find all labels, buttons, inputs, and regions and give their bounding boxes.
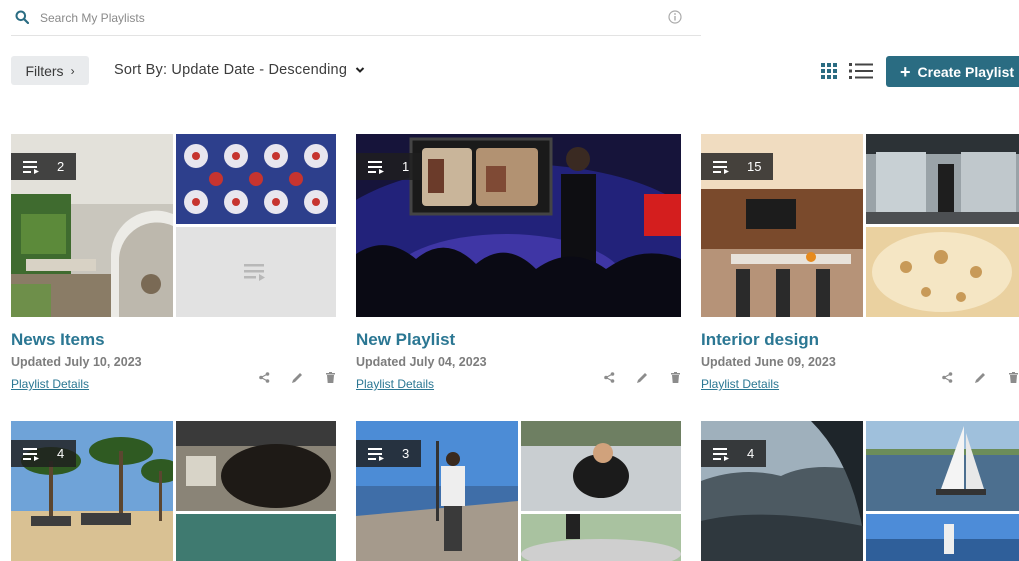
playlist-thumbnails[interactable]: 4 bbox=[11, 421, 336, 561]
item-count: 4 bbox=[57, 446, 65, 461]
playlist-details-link[interactable]: Playlist Details bbox=[356, 377, 434, 391]
share-icon[interactable] bbox=[259, 372, 270, 383]
playlist-card[interactable]: 4 bbox=[11, 421, 336, 561]
card-actions bbox=[942, 372, 1019, 383]
playlist-details-link[interactable]: Playlist Details bbox=[701, 377, 779, 391]
item-count: 3 bbox=[402, 446, 410, 461]
playlist-card[interactable]: 1 New Playlist Updated July 04, 2023 Pla… bbox=[356, 134, 681, 393]
item-count: 15 bbox=[747, 159, 762, 174]
search-input[interactable]: Search My Playlists bbox=[40, 11, 145, 25]
thumbnail-pier-sea bbox=[866, 514, 1019, 561]
filters-button[interactable]: Filters › bbox=[11, 56, 89, 85]
share-icon[interactable] bbox=[604, 372, 615, 383]
delete-icon[interactable] bbox=[325, 372, 336, 383]
edit-icon[interactable] bbox=[292, 372, 303, 383]
thumbnail-chandelier bbox=[866, 227, 1019, 317]
item-count-badge: 4 bbox=[11, 440, 77, 467]
playlist-icon bbox=[713, 447, 729, 461]
playlist-placeholder-icon bbox=[244, 264, 265, 281]
grid-view-icon[interactable] bbox=[821, 63, 837, 79]
playlist-details-link[interactable]: Playlist Details bbox=[11, 377, 89, 391]
item-count: 1 bbox=[402, 159, 410, 174]
card-actions bbox=[604, 372, 681, 383]
create-playlist-label: Create Playlist bbox=[917, 63, 1015, 80]
playlist-icon bbox=[368, 447, 384, 461]
search-icon bbox=[15, 10, 29, 24]
edit-icon[interactable] bbox=[975, 372, 986, 383]
item-count: 2 bbox=[57, 159, 65, 174]
playlist-card[interactable]: 3 bbox=[356, 421, 681, 561]
playlist-thumbnails[interactable]: 15 bbox=[701, 134, 1019, 317]
playlist-updated: Updated July 04, 2023 bbox=[356, 355, 487, 369]
item-count-badge: 15 bbox=[701, 153, 774, 180]
thumbnail-sailboat bbox=[866, 421, 1019, 511]
item-count-badge: 2 bbox=[11, 153, 77, 180]
item-count-badge: 1 bbox=[356, 153, 422, 180]
list-view-icon[interactable] bbox=[849, 62, 873, 80]
playlist-card[interactable]: 15 Interior design Updated June 09, 2023… bbox=[701, 134, 1019, 393]
playlist-title[interactable]: New Playlist bbox=[356, 330, 681, 352]
chevron-down-icon bbox=[355, 67, 365, 73]
playlist-thumbnails[interactable]: 4 bbox=[701, 421, 1019, 561]
item-count: 4 bbox=[747, 446, 755, 461]
thumbnail-green-water bbox=[176, 514, 336, 561]
playlist-icon bbox=[713, 160, 729, 174]
playlist-thumbnails[interactable]: 3 bbox=[356, 421, 681, 561]
share-icon[interactable] bbox=[942, 372, 953, 383]
playlist-thumbnails[interactable]: 1 bbox=[356, 134, 681, 317]
filters-label: Filters bbox=[25, 62, 64, 79]
playlist-icon bbox=[23, 160, 39, 174]
card-actions bbox=[259, 372, 336, 383]
playlist-updated: Updated July 10, 2023 bbox=[11, 355, 142, 369]
item-count-badge: 4 bbox=[701, 440, 767, 467]
chevron-right-icon: › bbox=[70, 63, 75, 78]
info-icon[interactable] bbox=[668, 10, 682, 24]
playlist-icon bbox=[23, 447, 39, 461]
plus-icon: + bbox=[900, 61, 911, 82]
thumbnail-horse-riding bbox=[176, 421, 336, 511]
thumbnail-placeholder bbox=[176, 227, 336, 317]
sort-label: Sort By: Update Date - Descending bbox=[114, 62, 348, 78]
playlist-thumbnails[interactable]: 2 bbox=[11, 134, 336, 317]
thumbnail-skater bbox=[521, 421, 681, 511]
thumbnail-skatepark bbox=[521, 514, 681, 561]
playlist-updated: Updated June 09, 2023 bbox=[701, 355, 836, 369]
create-playlist-button[interactable]: + Create Playlist bbox=[886, 56, 1019, 87]
thumbnail-tiles bbox=[176, 134, 336, 224]
playlist-icon bbox=[368, 160, 384, 174]
edit-icon[interactable] bbox=[637, 372, 648, 383]
playlist-card[interactable]: 4 bbox=[701, 421, 1019, 561]
search-bar[interactable]: Search My Playlists bbox=[11, 0, 701, 36]
sort-dropdown[interactable]: Sort By: Update Date - Descending bbox=[114, 62, 365, 78]
playlist-title[interactable]: Interior design bbox=[701, 330, 1019, 352]
delete-icon[interactable] bbox=[1008, 372, 1019, 383]
playlist-title[interactable]: News Items bbox=[11, 330, 336, 352]
item-count-badge: 3 bbox=[356, 440, 422, 467]
playlist-card[interactable]: 2 News Items Updated July 10, 2023 Playl… bbox=[11, 134, 336, 393]
delete-icon[interactable] bbox=[670, 372, 681, 383]
thumbnail-entrance bbox=[866, 134, 1019, 224]
